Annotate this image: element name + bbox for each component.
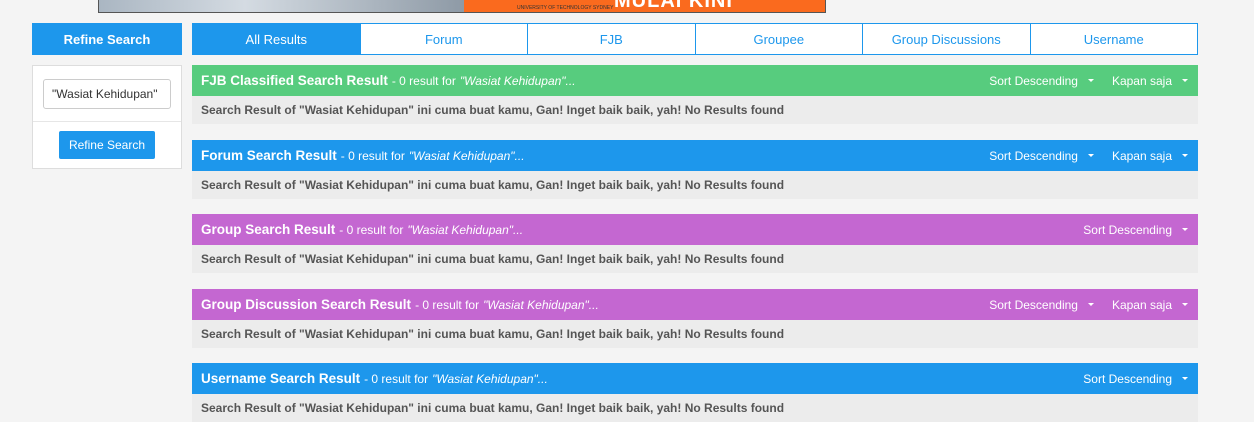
result-message: Search Result of "Wasiat Kehidupan" ini … <box>192 171 1198 199</box>
result-query: "Wasiat Kehidupan"... <box>483 297 599 312</box>
result-title: Forum Search Result <box>201 148 337 163</box>
sort-dropdown[interactable]: Sort Descending <box>989 149 1094 163</box>
caret-down-icon <box>1087 303 1094 306</box>
sort-dropdown[interactable]: Sort Descending <box>989 298 1094 312</box>
sort-label: Sort Descending <box>1083 371 1172 386</box>
divider <box>33 121 181 122</box>
result-query: "Wasiat Kehidupan"... <box>408 148 525 163</box>
result-title: Group Discussion Search Result <box>201 297 412 312</box>
tab-forum[interactable]: Forum <box>359 24 528 54</box>
group-result-section: Group Search Result - 0 result for "Wasi… <box>192 214 1198 273</box>
fjb-result-header: FJB Classified Search Result - 0 result … <box>192 65 1198 96</box>
sort-label: Sort Descending <box>1083 222 1172 237</box>
result-count: - 0 result for <box>339 222 404 237</box>
result-count: - 0 result for <box>415 297 480 312</box>
refine-search-header: Refine Search <box>32 23 182 55</box>
sort-dropdown[interactable]: Sort Descending <box>989 74 1094 88</box>
result-count: - 0 result for <box>340 148 405 163</box>
result-query: "Wasiat Kehidupan"... <box>432 371 548 386</box>
result-title: Group Search Result <box>201 222 336 237</box>
refine-search-panel: Refine Search <box>32 65 182 169</box>
tab-all-results[interactable]: All Results <box>193 24 360 54</box>
sort-label: Sort Descending <box>989 73 1078 88</box>
result-message: Search Result of "Wasiat Kehidupan" ini … <box>192 394 1198 422</box>
banner-university: UNIVERSITY OF TECHNOLOGY SYDNEY <box>517 5 614 11</box>
search-input[interactable] <box>43 79 171 109</box>
refine-search-button[interactable]: Refine Search <box>59 131 155 159</box>
caret-down-icon <box>1182 154 1188 157</box>
result-query: "Wasiat Kehidupan"... <box>407 222 524 237</box>
banner-ad[interactable]: MULAI KINI UNIVERSITY OF TECHNOLOGY SYDN… <box>98 0 826 13</box>
group-result-header: Group Search Result - 0 result for "Wasi… <box>192 214 1198 245</box>
caret-down-icon <box>1182 303 1188 306</box>
group-discussion-result-header: Group Discussion Search Result - 0 resul… <box>192 289 1198 320</box>
time-dropdown[interactable]: Kapan saja <box>1112 74 1188 88</box>
result-message: Search Result of "Wasiat Kehidupan" ini … <box>192 245 1198 273</box>
forum-result-header: Forum Search Result - 0 result for "Wasi… <box>192 140 1198 171</box>
tab-username[interactable]: Username <box>1029 24 1198 54</box>
group-discussion-result-section: Group Discussion Search Result - 0 resul… <box>192 289 1198 348</box>
banner-image <box>99 0 464 12</box>
result-message: Search Result of "Wasiat Kehidupan" ini … <box>192 320 1198 348</box>
username-result-section: Username Search Result - 0 result for "W… <box>192 363 1198 422</box>
banner-cta-text: MULAI KINI <box>614 0 733 12</box>
result-message: Search Result of "Wasiat Kehidupan" ini … <box>192 96 1198 124</box>
time-label: Kapan saja <box>1111 148 1172 163</box>
time-label: Kapan saja <box>1111 73 1172 88</box>
caret-down-icon <box>1182 79 1188 82</box>
username-result-header: Username Search Result - 0 result for "W… <box>192 363 1198 394</box>
tab-group-discussions[interactable]: Group Discussions <box>862 24 1030 54</box>
tab-groupee[interactable]: Groupee <box>694 24 863 54</box>
sort-dropdown[interactable]: Sort Descending <box>1083 223 1188 237</box>
sort-dropdown[interactable]: Sort Descending <box>1083 372 1188 386</box>
fjb-result-section: FJB Classified Search Result - 0 result … <box>192 65 1198 124</box>
result-count: - 0 result for <box>364 371 429 386</box>
sort-label: Sort Descending <box>989 148 1078 163</box>
time-dropdown[interactable]: Kapan saja <box>1112 298 1188 312</box>
caret-down-icon <box>1182 377 1188 380</box>
tab-fjb[interactable]: FJB <box>527 24 695 54</box>
result-query: "Wasiat Kehidupan"... <box>459 73 576 88</box>
time-dropdown[interactable]: Kapan saja <box>1112 149 1188 163</box>
caret-down-icon <box>1087 154 1094 157</box>
sort-label: Sort Descending <box>989 297 1078 312</box>
forum-result-section: Forum Search Result - 0 result for "Wasi… <box>192 140 1198 199</box>
caret-down-icon <box>1087 79 1094 82</box>
result-title: FJB Classified Search Result <box>201 73 388 88</box>
caret-down-icon <box>1182 228 1188 231</box>
result-tabs: All Results Forum FJB Groupee Group Disc… <box>192 23 1198 55</box>
time-label: Kapan saja <box>1111 297 1172 312</box>
result-count: - 0 result for <box>391 73 456 88</box>
result-title: Username Search Result <box>201 371 361 386</box>
